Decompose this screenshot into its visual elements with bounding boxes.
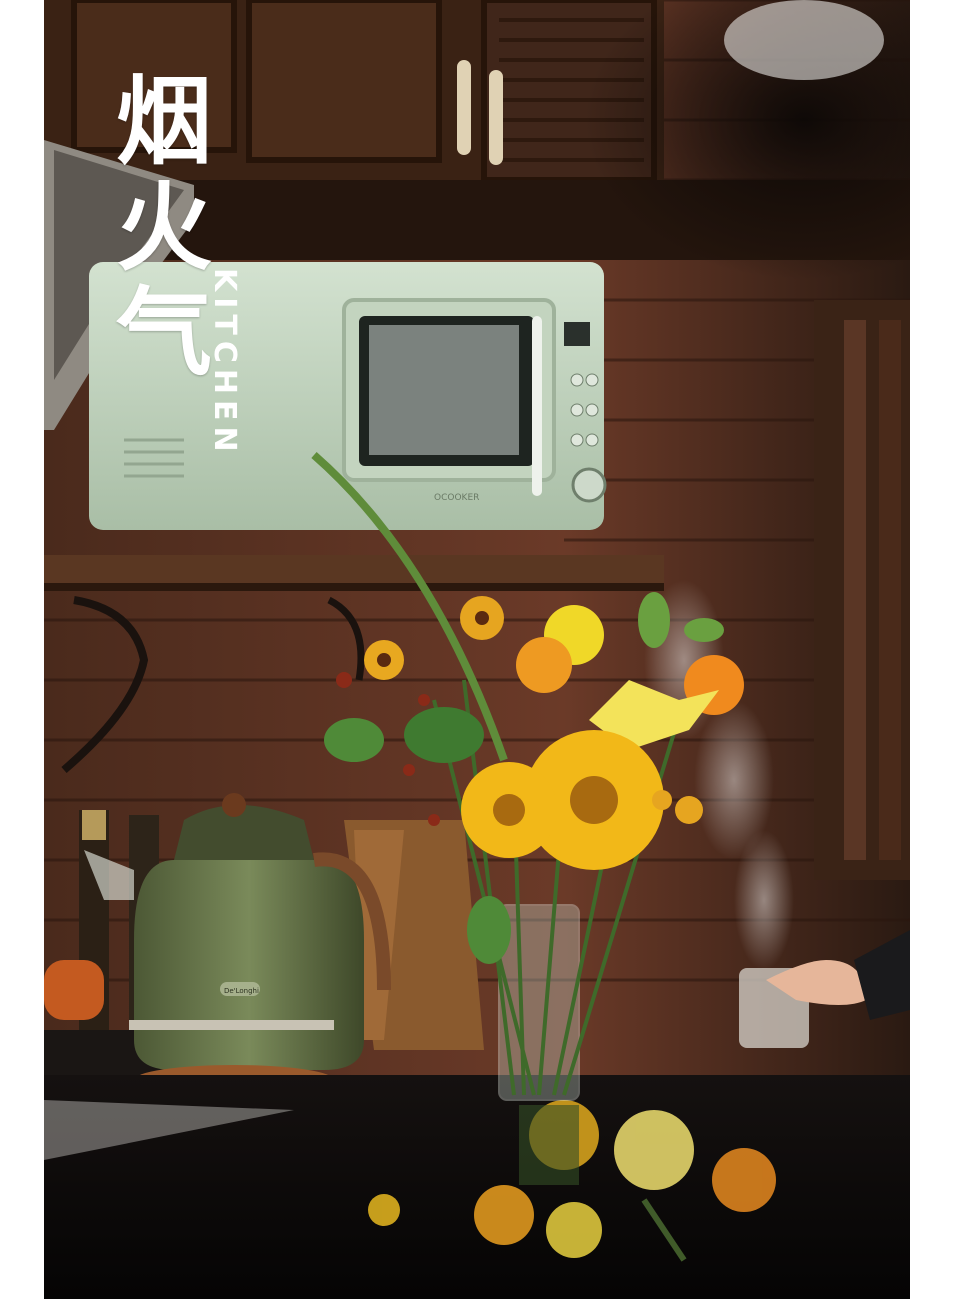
microwave-brand: OCOOKER [434, 493, 479, 503]
cabinet-handle-left [457, 60, 471, 155]
wall-shelf [44, 555, 664, 585]
kettle-brand: De'Longhi [224, 987, 259, 995]
photo-frame: OCOOKER De'Longhi 烟 火 气 KITCHEN [44, 0, 910, 1299]
poster-subtitle: KITCHEN [207, 268, 242, 458]
cabinet-handle-right [489, 70, 503, 165]
sunflower [461, 762, 557, 858]
title-char: 火 [116, 171, 212, 284]
title-char: 烟 [116, 66, 212, 178]
pan [44, 960, 104, 1020]
